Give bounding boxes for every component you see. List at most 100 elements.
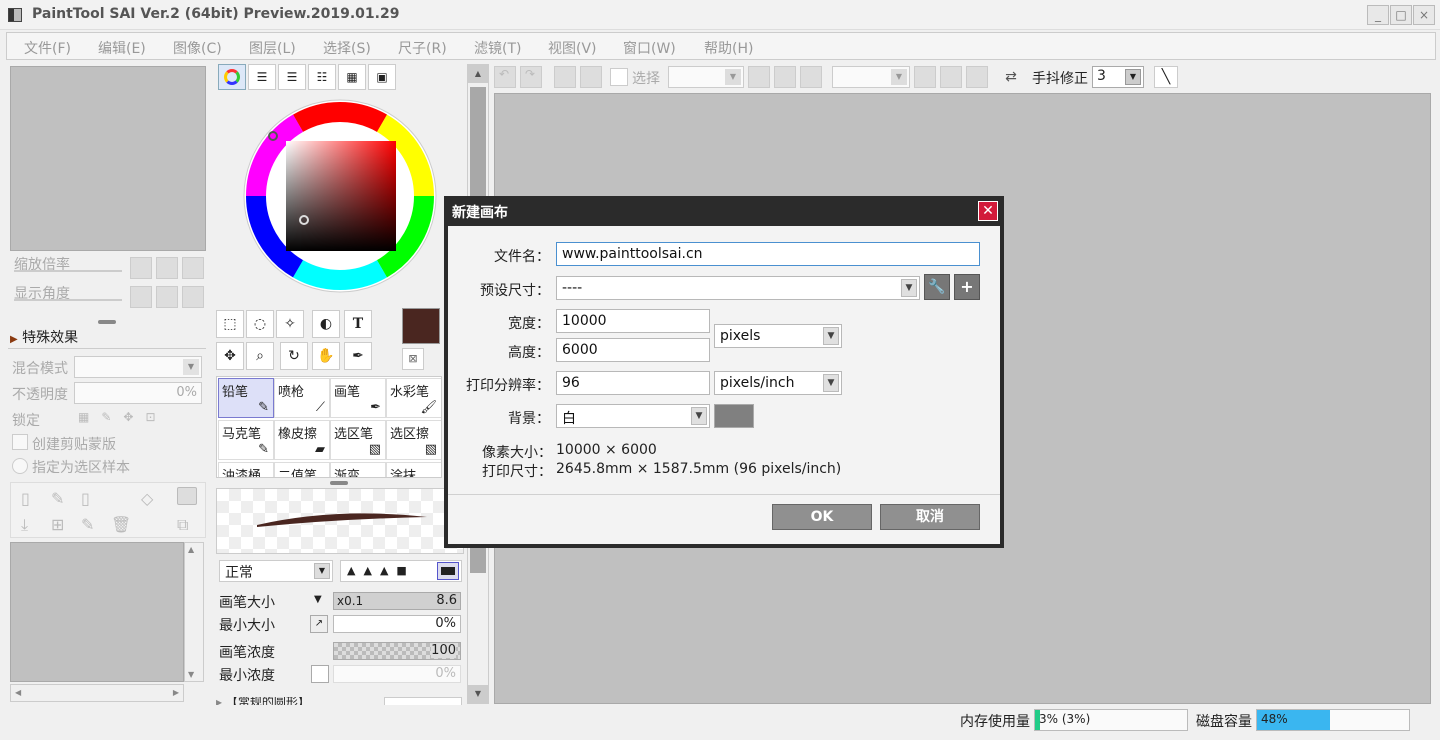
panel-splitter[interactable] xyxy=(98,320,116,324)
blend-mode-dropdown[interactable]: 正常 ▼ xyxy=(219,560,333,582)
brush-cell[interactable]: 渐变 xyxy=(330,462,386,477)
opacity-slider[interactable]: 0% xyxy=(74,382,202,404)
brush-cell[interactable]: 油漆桶 xyxy=(218,462,274,477)
menu-filter[interactable]: 滤镜(T) xyxy=(474,38,521,58)
lock-move-icon[interactable]: ✥ xyxy=(123,410,145,424)
menu-edit[interactable]: 编辑(E) xyxy=(98,38,146,58)
zoom-dropdown[interactable]: ▼ xyxy=(668,66,744,88)
invert-select-button[interactable] xyxy=(580,66,602,88)
scroll-up-icon[interactable]: ▲ xyxy=(468,65,488,83)
brush-shape-selector[interactable]: ▲▲▲■ xyxy=(340,560,462,582)
brush-cell[interactable]: 选区擦 ▧ xyxy=(386,420,441,460)
scroll-left-icon[interactable]: ◀ xyxy=(15,688,21,697)
canvas-rotate-right-button[interactable] xyxy=(940,66,962,88)
magic-wand-tool[interactable]: ✧ xyxy=(276,310,304,338)
scroll-right-icon[interactable]: ▶ xyxy=(173,688,179,697)
brush-cell[interactable]: 涂抹 xyxy=(386,462,441,477)
lock-paint-icon[interactable]: ✎ xyxy=(101,410,123,424)
angle-slider[interactable] xyxy=(14,299,122,301)
filename-input[interactable]: www.painttoolsai.cn xyxy=(556,242,980,266)
new-layer-icon[interactable]: ▯ xyxy=(21,489,30,508)
clear-layer-icon[interactable]: ✎ xyxy=(81,515,94,534)
brush-cell[interactable]: 水彩笔 🖌 xyxy=(386,378,441,418)
shape-bell-icon[interactable]: ▲ xyxy=(363,564,379,577)
menu-select[interactable]: 选择(S) xyxy=(323,38,371,58)
transparent-color-toggle[interactable]: ⊠ xyxy=(402,348,424,370)
layer-list-scrollbar[interactable]: ▲ ▼ xyxy=(184,542,204,682)
lock-pixels-icon[interactable]: ▦ xyxy=(78,410,101,424)
add-preset-button[interactable]: + xyxy=(954,274,980,300)
menu-layer[interactable]: 图层(L) xyxy=(249,38,296,58)
zoom-in-button[interactable] xyxy=(156,257,178,279)
menu-view[interactable]: 视图(V) xyxy=(548,38,597,58)
blend-mode-select[interactable]: ▼ xyxy=(74,356,202,378)
color-wheel[interactable] xyxy=(236,94,446,304)
select-source-radio[interactable] xyxy=(12,458,28,474)
minimize-button[interactable]: _ xyxy=(1367,5,1389,25)
flip-horizontal-button[interactable]: ⇄ xyxy=(1000,66,1022,88)
brush-shape-preset[interactable]: ▸ 【常规的圆形】 xyxy=(216,697,378,705)
menu-ruler[interactable]: 尺子(R) xyxy=(398,38,447,58)
brush-size-slider[interactable]: x0.1 8.6 xyxy=(333,592,461,610)
preset-select[interactable]: ---- ▼ xyxy=(556,276,920,300)
menu-file[interactable]: 文件(F) xyxy=(24,38,71,58)
menu-help[interactable]: 帮助(H) xyxy=(704,38,753,58)
brush-cell[interactable]: 铅笔 ✎ xyxy=(218,378,274,418)
zoom-tool[interactable]: ⌕ xyxy=(246,342,274,370)
mask-icon[interactable] xyxy=(177,487,197,505)
density-slider[interactable]: 100 xyxy=(333,642,461,660)
height-input[interactable]: 6000 xyxy=(556,338,710,362)
deselect-button[interactable] xyxy=(554,66,576,88)
hsv-slider-tab[interactable]: ☰ xyxy=(278,64,306,90)
shape-flat-icon[interactable]: ▲ xyxy=(380,564,396,577)
brush-cell[interactable]: 画笔 ✒ xyxy=(330,378,386,418)
dpi-input[interactable]: 96 xyxy=(556,371,710,395)
shape-square-icon[interactable]: ■ xyxy=(396,564,414,577)
brush-texture-preset[interactable] xyxy=(384,697,462,705)
maximize-button[interactable]: □ xyxy=(1390,5,1412,25)
scroll-down-icon[interactable]: ▼ xyxy=(188,670,194,679)
min-size-slider[interactable]: 0% xyxy=(333,615,461,633)
lasso-tool[interactable]: ◌ xyxy=(246,310,274,338)
new-linework-icon[interactable]: ✎ xyxy=(51,489,64,508)
clip-checkbox[interactable] xyxy=(12,434,28,450)
move-tool[interactable]: ✥ xyxy=(216,342,244,370)
swatch-tab[interactable]: ▦ xyxy=(338,64,366,90)
min-density-checkbox[interactable] xyxy=(311,665,329,683)
layer-list-hscrollbar[interactable]: ◀ ▶ xyxy=(10,684,184,702)
hand-tool[interactable]: ✋ xyxy=(312,342,340,370)
navigator-preview[interactable] xyxy=(10,66,206,251)
canvas-zoom-in-button[interactable] xyxy=(774,66,796,88)
menu-window[interactable]: 窗口(W) xyxy=(623,38,676,58)
close-window-button[interactable]: × xyxy=(1413,5,1435,25)
scroll-up-icon[interactable]: ▲ xyxy=(188,545,194,554)
zoom-out-button[interactable] xyxy=(130,257,152,279)
canvas-rotate-reset-button[interactable] xyxy=(966,66,988,88)
rotate-reset-button[interactable] xyxy=(182,286,204,308)
edit-preset-button[interactable]: 🔧 xyxy=(924,274,950,300)
canvas-zoom-reset-button[interactable] xyxy=(800,66,822,88)
dialog-close-button[interactable]: ✕ xyxy=(978,201,998,221)
redo-button[interactable]: ↷ xyxy=(520,66,542,88)
text-tool[interactable]: T xyxy=(344,310,372,338)
new-folder-icon[interactable]: ▯ xyxy=(81,489,90,508)
pressure-curve-button[interactable]: ↗ xyxy=(310,615,328,633)
primary-color-swatch[interactable] xyxy=(402,308,440,344)
shape-round-icon[interactable]: ▲ xyxy=(347,564,363,577)
zoom-slider[interactable] xyxy=(14,270,122,272)
lock-all-icon[interactable]: ⊡ xyxy=(145,410,167,424)
size-multiplier-dropdown[interactable]: ▼ xyxy=(314,594,322,605)
brush-grid-splitter[interactable] xyxy=(330,481,348,485)
size-unit-select[interactable]: pixels ▼ xyxy=(714,324,842,348)
effect-icon[interactable]: ◇ xyxy=(141,489,153,508)
selection-visible-checkbox[interactable] xyxy=(610,68,628,86)
zoom-reset-button[interactable] xyxy=(182,257,204,279)
stabilizer-dropdown[interactable]: 3 ▼ xyxy=(1092,66,1144,88)
background-color-swatch[interactable] xyxy=(714,404,754,428)
min-density-slider[interactable]: 0% xyxy=(333,665,461,683)
flatten-icon[interactable]: ⧉ xyxy=(177,515,188,535)
canvas-zoom-out-button[interactable] xyxy=(748,66,770,88)
rotate-tool[interactable]: ↻ xyxy=(280,342,308,370)
layer-list[interactable] xyxy=(10,542,184,682)
shape-tool[interactable]: ◐ xyxy=(312,310,340,338)
